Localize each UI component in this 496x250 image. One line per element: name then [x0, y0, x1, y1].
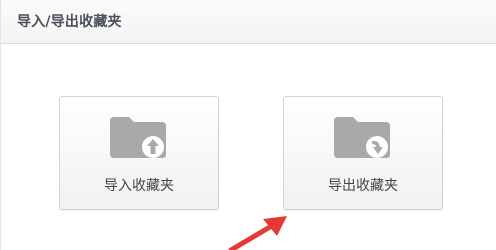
import-favorites-button[interactable]: 导入收藏夹: [59, 96, 219, 210]
export-favorites-button[interactable]: 导出收藏夹: [283, 96, 443, 210]
folder-upload-icon: [110, 117, 166, 158]
annotation-arrow-icon: [228, 216, 287, 250]
dialog-title: 导入/导出收藏夹: [17, 14, 122, 30]
import-export-favorites-dialog: 导入/导出收藏夹 导入收藏夹 导出收藏夹: [0, 0, 496, 250]
export-favorites-label: 导出收藏夹: [328, 178, 398, 194]
import-favorites-label: 导入收藏夹: [104, 178, 174, 194]
dialog-header: 导入/导出收藏夹: [1, 0, 496, 44]
folder-download-icon: [334, 117, 390, 158]
